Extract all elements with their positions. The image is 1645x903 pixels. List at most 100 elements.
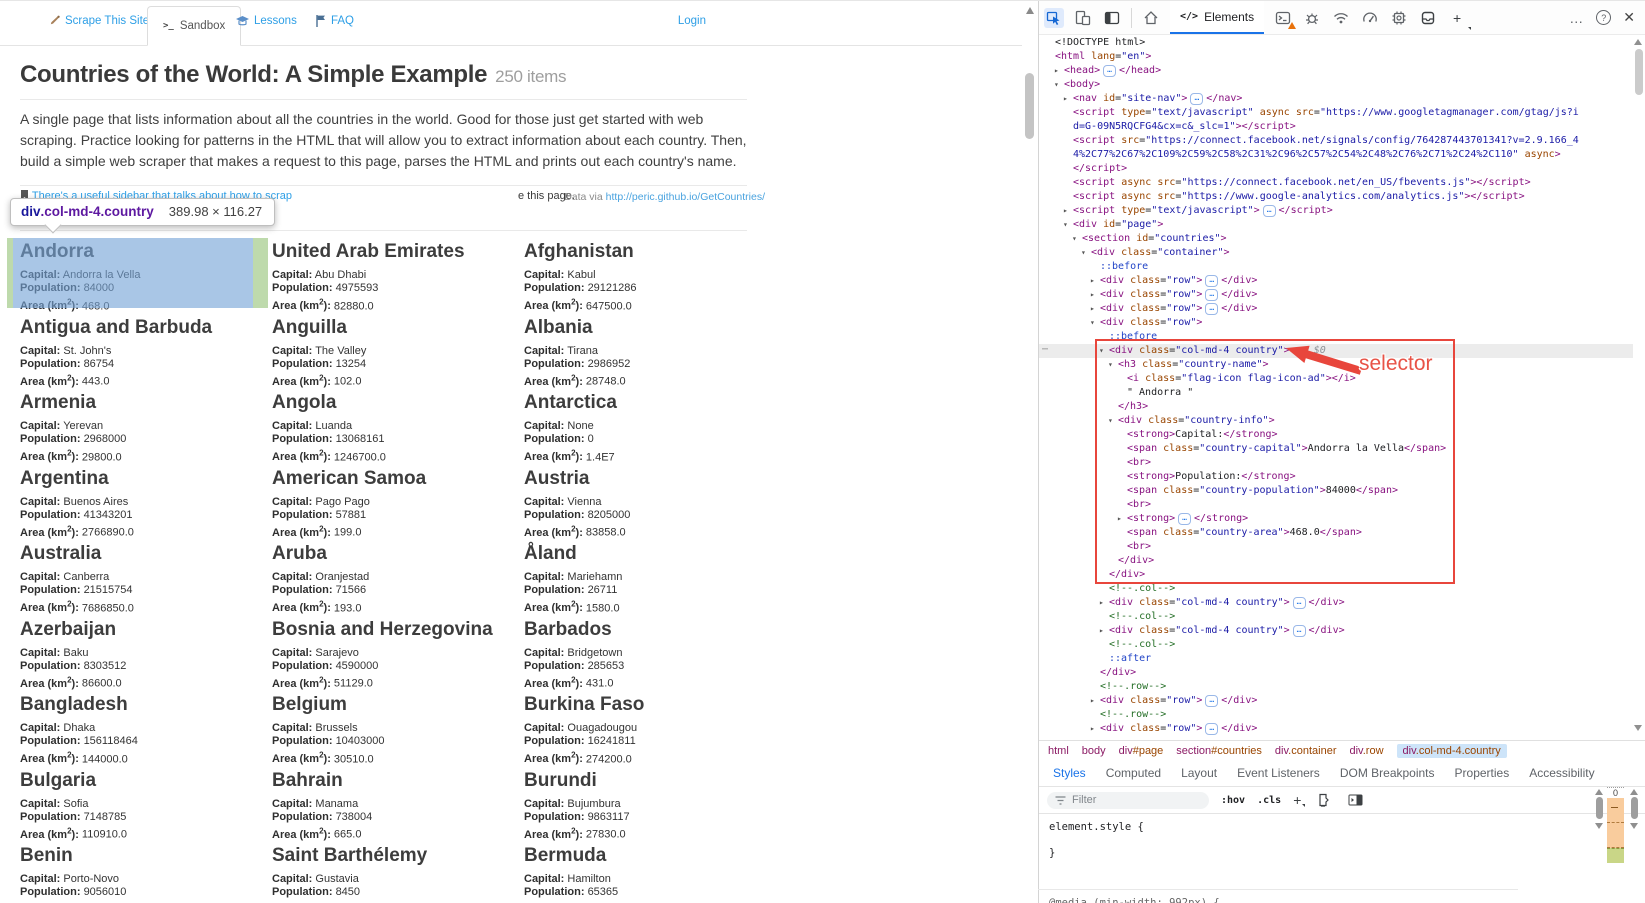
dom-tree-line[interactable]: </div> xyxy=(1039,568,1633,582)
memory-icon[interactable] xyxy=(1389,8,1409,28)
dom-tree-line[interactable]: ▾<div class="country-info"> xyxy=(1039,414,1633,428)
dom-tree-line[interactable]: ▾<h3 class="country-name"> xyxy=(1039,358,1633,372)
expand-inline-icon[interactable]: … xyxy=(1263,205,1276,217)
nav-faq-link[interactable]: FAQ xyxy=(316,15,354,27)
dom-tree-line[interactable]: </h3> xyxy=(1039,400,1633,414)
scroll-down-icon[interactable] xyxy=(1630,823,1638,829)
dom-tree-line[interactable]: ▾<div class="container"> xyxy=(1039,246,1633,260)
expand-arrow-icon[interactable]: ▸ xyxy=(1063,204,1068,218)
application-icon[interactable] xyxy=(1418,8,1438,28)
dom-tree-line[interactable]: <!--.col--> xyxy=(1039,638,1633,652)
tab-dom-breakpoints[interactable]: DOM Breakpoints xyxy=(1330,766,1445,780)
dom-tree-line[interactable]: <script async src="https://connect.faceb… xyxy=(1039,176,1633,190)
dom-tree-line[interactable]: <span class="country-area">468.0</span> xyxy=(1039,526,1633,540)
collapse-arrow-icon[interactable]: ▾ xyxy=(1108,414,1113,428)
expand-inline-icon[interactable]: … xyxy=(1205,723,1218,735)
inspect-icon[interactable] xyxy=(1044,8,1064,28)
scrollbar-thumb[interactable] xyxy=(1596,797,1603,819)
dom-tree-line[interactable]: <br> xyxy=(1039,456,1633,470)
expand-inline-icon[interactable]: … xyxy=(1205,275,1218,287)
dom-tree-line[interactable]: <script type="text/javascript" async src… xyxy=(1039,106,1633,120)
dom-tree-line[interactable]: ::before xyxy=(1039,330,1633,344)
page-scrollbar-thumb[interactable] xyxy=(1025,73,1034,139)
expand-arrow-icon[interactable]: ▸ xyxy=(1099,624,1104,638)
nav-scrape-this-site-link[interactable]: Scrape This Site xyxy=(48,15,149,27)
dom-tree-line[interactable]: <strong>Population:</strong> xyxy=(1039,470,1633,484)
breadcrumb-item[interactable]: div.container xyxy=(1275,745,1337,757)
expand-arrow-icon[interactable]: ▸ xyxy=(1063,92,1068,106)
dom-tree-line[interactable]: " Andorra " xyxy=(1039,386,1633,400)
collapse-arrow-icon[interactable]: ▾ xyxy=(1099,344,1104,358)
devtools-scrollbar-down-arrow[interactable] xyxy=(1634,725,1642,731)
dom-tree-line[interactable]: <!DOCTYPE html> xyxy=(1039,36,1633,50)
breadcrumb-item[interactable]: div#page xyxy=(1119,745,1164,757)
console-icon[interactable] xyxy=(1273,8,1293,28)
dom-tree-line[interactable]: ▾<div id="page"> xyxy=(1039,218,1633,232)
expand-arrow-icon[interactable]: ▸ xyxy=(1090,302,1095,316)
expand-inline-icon[interactable]: … xyxy=(1205,289,1218,301)
dom-tree-line[interactable]: 4%2C77%2C67%2C109%2C59%2C58%2C31%2C96%2C… xyxy=(1039,148,1633,162)
dom-tree-line[interactable]: ::after xyxy=(1039,652,1633,666)
expand-arrow-icon[interactable]: ▸ xyxy=(1090,722,1095,736)
dom-tree-line[interactable]: </script> xyxy=(1039,162,1633,176)
devtools-scrollbar-up-arrow[interactable] xyxy=(1634,39,1642,45)
expand-inline-icon[interactable]: … xyxy=(1178,513,1191,525)
devtools-scrollbar-thumb[interactable] xyxy=(1635,49,1643,95)
dom-tree-line[interactable]: ▸<div class="row">…</div> xyxy=(1039,302,1633,316)
expand-arrow-icon[interactable]: ▸ xyxy=(1090,694,1095,708)
styles-filter-input[interactable]: Filter xyxy=(1047,792,1209,809)
breadcrumb-item[interactable]: html xyxy=(1048,745,1069,757)
dom-tree-line[interactable]: <!--.col--> xyxy=(1039,582,1633,596)
dom-tree-line[interactable]: ▸<div class="row">…</div> xyxy=(1039,288,1633,302)
device-emulation-icon[interactable] xyxy=(1073,8,1093,28)
breadcrumb-item[interactable]: div.row xyxy=(1349,745,1383,757)
dom-tree-line[interactable]: d=G-09N5RQCFG4&cx=c&_slc=1"></script> xyxy=(1039,120,1633,134)
expand-inline-icon[interactable]: … xyxy=(1293,597,1306,609)
expand-arrow-icon[interactable]: ▸ xyxy=(1090,288,1095,302)
expand-arrow-icon[interactable]: ▸ xyxy=(1117,512,1122,526)
breadcrumb-item-selected[interactable]: div.col-md-4.country xyxy=(1397,744,1507,758)
tab-layout[interactable]: Layout xyxy=(1171,766,1227,780)
dom-tree-line[interactable]: ▸<nav id="site-nav">…</nav> xyxy=(1039,92,1633,106)
dom-tree-line[interactable]: ▾<body> xyxy=(1039,78,1633,92)
line-options-icon[interactable]: ⋯ xyxy=(1042,343,1049,357)
breadcrumb-item[interactable]: section#countries xyxy=(1176,745,1262,757)
more-icon[interactable]: … xyxy=(1569,10,1584,26)
nav-tab-sandbox[interactable]: >_ Sandbox xyxy=(147,6,241,46)
dom-tree-line[interactable]: ▸<div class="row">…</div> xyxy=(1039,722,1633,736)
dom-tree-line[interactable]: ▸<div class="row">…</div> xyxy=(1039,274,1633,288)
dom-tree-line[interactable]: ::before xyxy=(1039,260,1633,274)
expand-inline-icon[interactable]: … xyxy=(1205,695,1218,707)
expand-inline-icon[interactable]: … xyxy=(1205,303,1218,315)
network-icon[interactable] xyxy=(1331,8,1351,28)
dom-tree-line[interactable]: </div> xyxy=(1039,666,1633,680)
performance-icon[interactable] xyxy=(1360,8,1380,28)
sidebar-scrollbar[interactable] xyxy=(1628,787,1640,833)
dom-tree-line[interactable]: ▸<strong>…</strong> xyxy=(1039,512,1633,526)
dom-tree-line[interactable]: ▸<head>…</head> xyxy=(1039,64,1633,78)
dom-tree-line[interactable]: <strong>Capital:</strong> xyxy=(1039,428,1633,442)
element-style-rule-close[interactable]: } xyxy=(1049,847,1623,873)
dom-tree-line[interactable]: <!--.row--> xyxy=(1039,708,1633,722)
add-tools-icon[interactable]: + xyxy=(1447,8,1467,28)
dom-tree-line[interactable]: ▾<section id="countries"> xyxy=(1039,232,1633,246)
nav-lessons-link[interactable]: Lessons xyxy=(236,15,297,27)
dom-tree-line-selected[interactable]: ⋯▾<div class="col-md-4 country"> == $0 xyxy=(1039,344,1633,358)
tab-elements[interactable]: </> Elements xyxy=(1170,1,1264,34)
breadcrumb-item[interactable]: body xyxy=(1082,745,1106,757)
dom-tree-line[interactable]: <script src="https://connect.facebook.ne… xyxy=(1039,134,1633,148)
tab-event-listeners[interactable]: Event Listeners xyxy=(1227,766,1330,780)
collapse-arrow-icon[interactable]: ▾ xyxy=(1072,232,1077,246)
tab-styles[interactable]: Styles xyxy=(1043,766,1096,780)
expand-arrow-icon[interactable]: ▸ xyxy=(1099,596,1104,610)
dom-tree-line[interactable]: ▸<div class="col-md-4 country">…</div> xyxy=(1039,596,1633,610)
cls-toggle[interactable]: .cls xyxy=(1257,795,1281,806)
tab-computed[interactable]: Computed xyxy=(1096,766,1171,780)
dom-tree-line[interactable]: <script async src="https://www.google-an… xyxy=(1039,190,1633,204)
scroll-up-icon[interactable] xyxy=(1595,789,1603,795)
dom-tree-line[interactable]: <span class="country-population">84000</… xyxy=(1039,484,1633,498)
dom-tree-line[interactable]: <html lang="en"> xyxy=(1039,50,1633,64)
dom-tree-line[interactable]: <br> xyxy=(1039,498,1633,512)
dom-tree-line[interactable]: <!--.row--> xyxy=(1039,680,1633,694)
home-icon[interactable] xyxy=(1141,8,1161,28)
